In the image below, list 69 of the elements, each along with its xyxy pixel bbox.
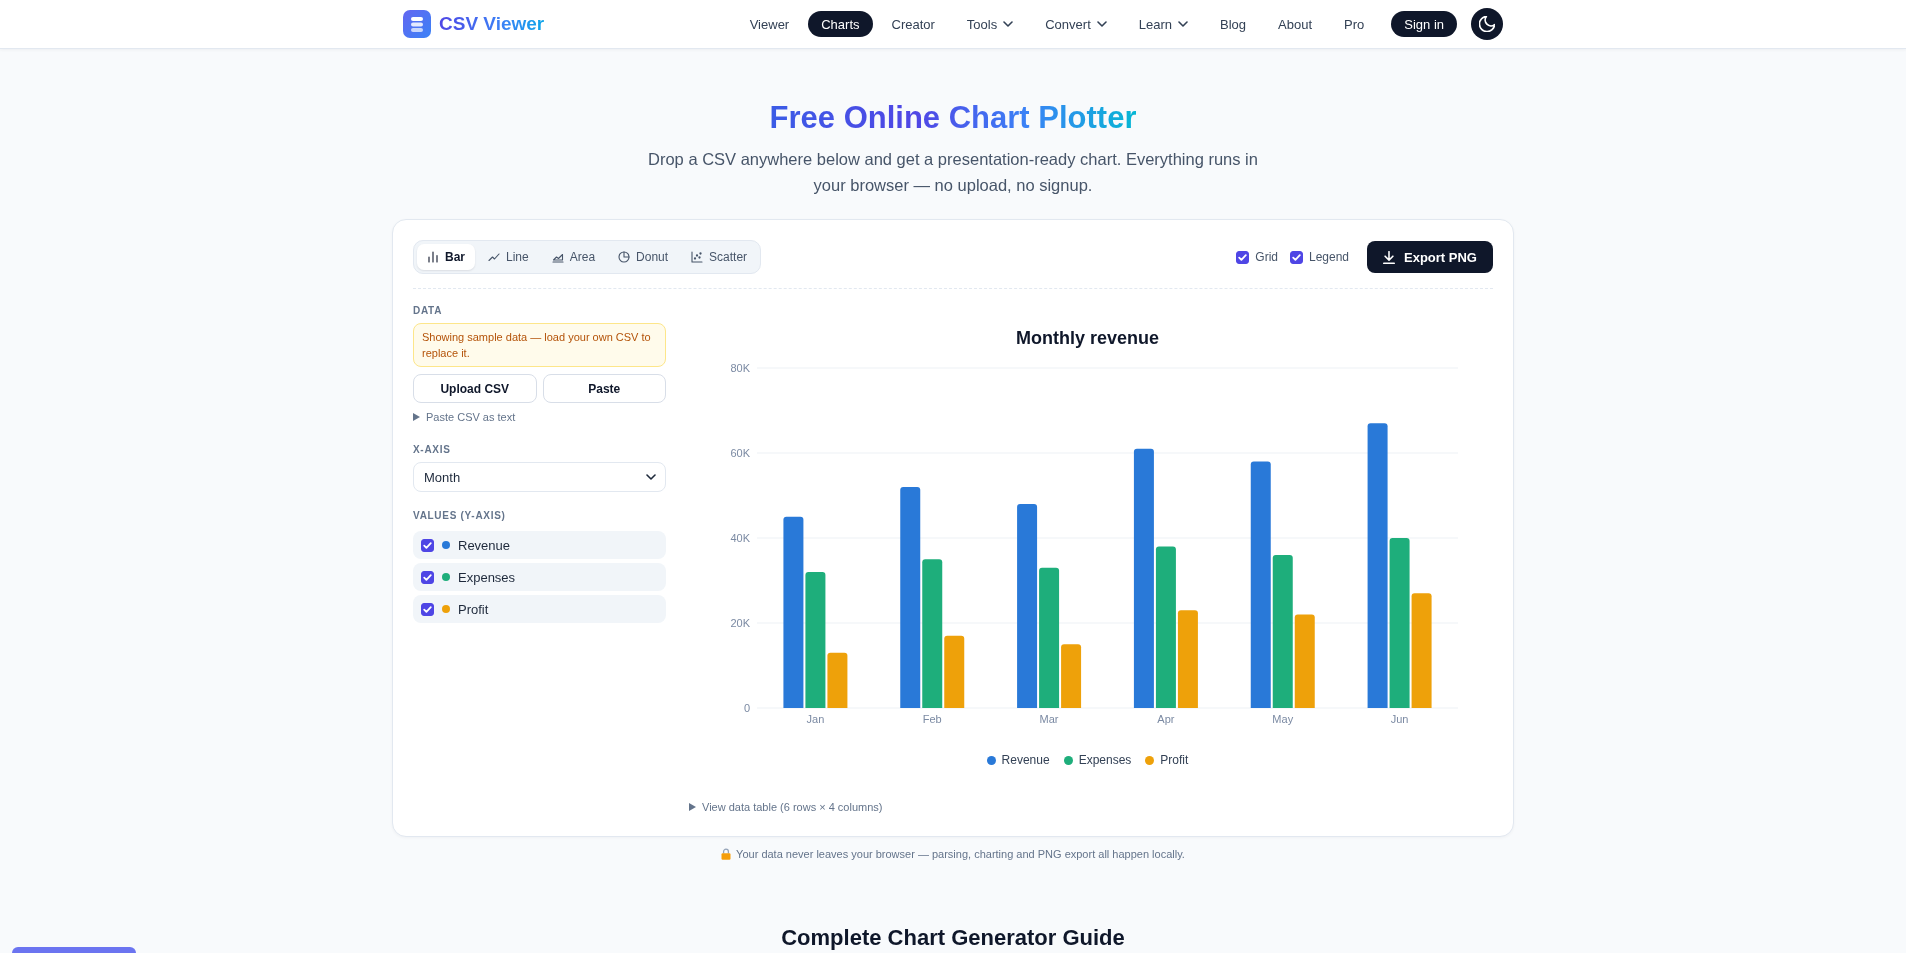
- series-option[interactable]: Expenses: [413, 563, 666, 591]
- nav-link[interactable]: Learn: [1125, 11, 1201, 37]
- lock-icon: [721, 848, 732, 860]
- legend-label: Profit: [1160, 753, 1189, 767]
- axis-label: 40K: [730, 532, 750, 544]
- nav-link[interactable]: Creator: [878, 11, 948, 37]
- nav-link[interactable]: Convert: [1032, 11, 1120, 37]
- nav-link[interactable]: Charts: [808, 11, 873, 37]
- series-name: Revenue: [458, 537, 511, 553]
- series-option[interactable]: Profit: [413, 595, 666, 623]
- checkbox[interactable]: [421, 602, 434, 616]
- paste-csv-toggle[interactable]: Paste CSV as text: [413, 410, 516, 424]
- axis-label: Jun: [1390, 713, 1409, 725]
- sample-data-notice: Showing sample data — load your own CSV to replace it.: [413, 323, 666, 367]
- caret-right-icon: [689, 803, 696, 811]
- chart-type-tab[interactable]: Donut: [608, 244, 679, 270]
- axis-label: 80K: [730, 362, 750, 374]
- sign-in-button[interactable]: Sign in: [1391, 11, 1457, 37]
- axis-label: Feb: [922, 713, 942, 725]
- series-name: Expenses: [458, 569, 516, 585]
- nav-link[interactable]: Blog: [1207, 11, 1260, 37]
- caret-right-icon: [413, 413, 420, 421]
- axis-label: 20K: [730, 617, 750, 629]
- chart-type-tab[interactable]: Area: [541, 244, 606, 270]
- axis-label: Apr: [1157, 713, 1175, 725]
- checkbox[interactable]: [1236, 250, 1250, 264]
- area-chart-icon: [551, 251, 564, 263]
- legend-label: Expenses: [1078, 753, 1132, 767]
- line-chart-icon: [488, 251, 500, 263]
- axis-label: Jan: [806, 713, 825, 725]
- x-axis-select[interactable]: Month: [413, 462, 666, 492]
- data-table-toggle[interactable]: View data table (6 rows × 4 columns): [689, 800, 883, 814]
- scatter-plot-icon: [691, 251, 704, 263]
- checkbox[interactable]: [421, 538, 434, 552]
- nav-link[interactable]: About: [1265, 11, 1325, 37]
- series-option[interactable]: Revenue: [413, 531, 666, 559]
- chart-type-tab[interactable]: Scatter: [681, 244, 758, 270]
- download-icon: [1383, 250, 1396, 264]
- section-label: VALUES (Y-AXIS): [413, 509, 506, 523]
- page-subtitle: Drop a CSV anywhere below and get a presentation-ready chart. Everything runs in your browser — no upload, no signup.: [647, 149, 1259, 196]
- chart-title: Monthly revenue: [1016, 327, 1159, 350]
- toggle-label: Grid: [1255, 250, 1278, 264]
- pie-chart-icon: [618, 251, 631, 263]
- axis-label: 60K: [730, 447, 750, 459]
- theme-toggle-button[interactable]: [1471, 8, 1503, 40]
- series-name: Profit: [458, 601, 489, 617]
- chart-type-tab[interactable]: Bar: [417, 244, 475, 270]
- chevron-down-icon: [646, 474, 656, 480]
- bar-chart-icon: [427, 251, 439, 263]
- legend-label: Revenue: [1001, 753, 1050, 767]
- nav-link[interactable]: Viewer: [736, 11, 803, 37]
- privacy-note: Your data never leaves your browser — parsing, charting and PNG export all happen locally.: [736, 847, 1185, 861]
- checkbox[interactable]: [421, 570, 434, 584]
- export-png-button[interactable]: Export PNG: [1367, 241, 1493, 273]
- axis-label: May: [1272, 713, 1294, 725]
- checkbox[interactable]: [1290, 250, 1303, 264]
- moon-icon: [1479, 16, 1495, 32]
- data-source-button[interactable]: Paste: [542, 374, 666, 403]
- toggle-label: Legend: [1309, 250, 1350, 264]
- axis-label: 0: [743, 702, 750, 714]
- section-label: X-AXIS: [413, 443, 451, 457]
- data-source-button[interactable]: Upload CSV: [413, 374, 537, 403]
- section-label: DATA: [413, 304, 443, 318]
- nav-link[interactable]: Tools: [953, 11, 1027, 37]
- logo-icon[interactable]: [403, 10, 431, 38]
- axis-label: Mar: [1039, 713, 1059, 725]
- section-heading: Complete Chart Generator Guide: [781, 925, 1125, 951]
- chart-type-tab[interactable]: Line: [478, 244, 539, 270]
- nav-link[interactable]: Pro: [1331, 11, 1378, 37]
